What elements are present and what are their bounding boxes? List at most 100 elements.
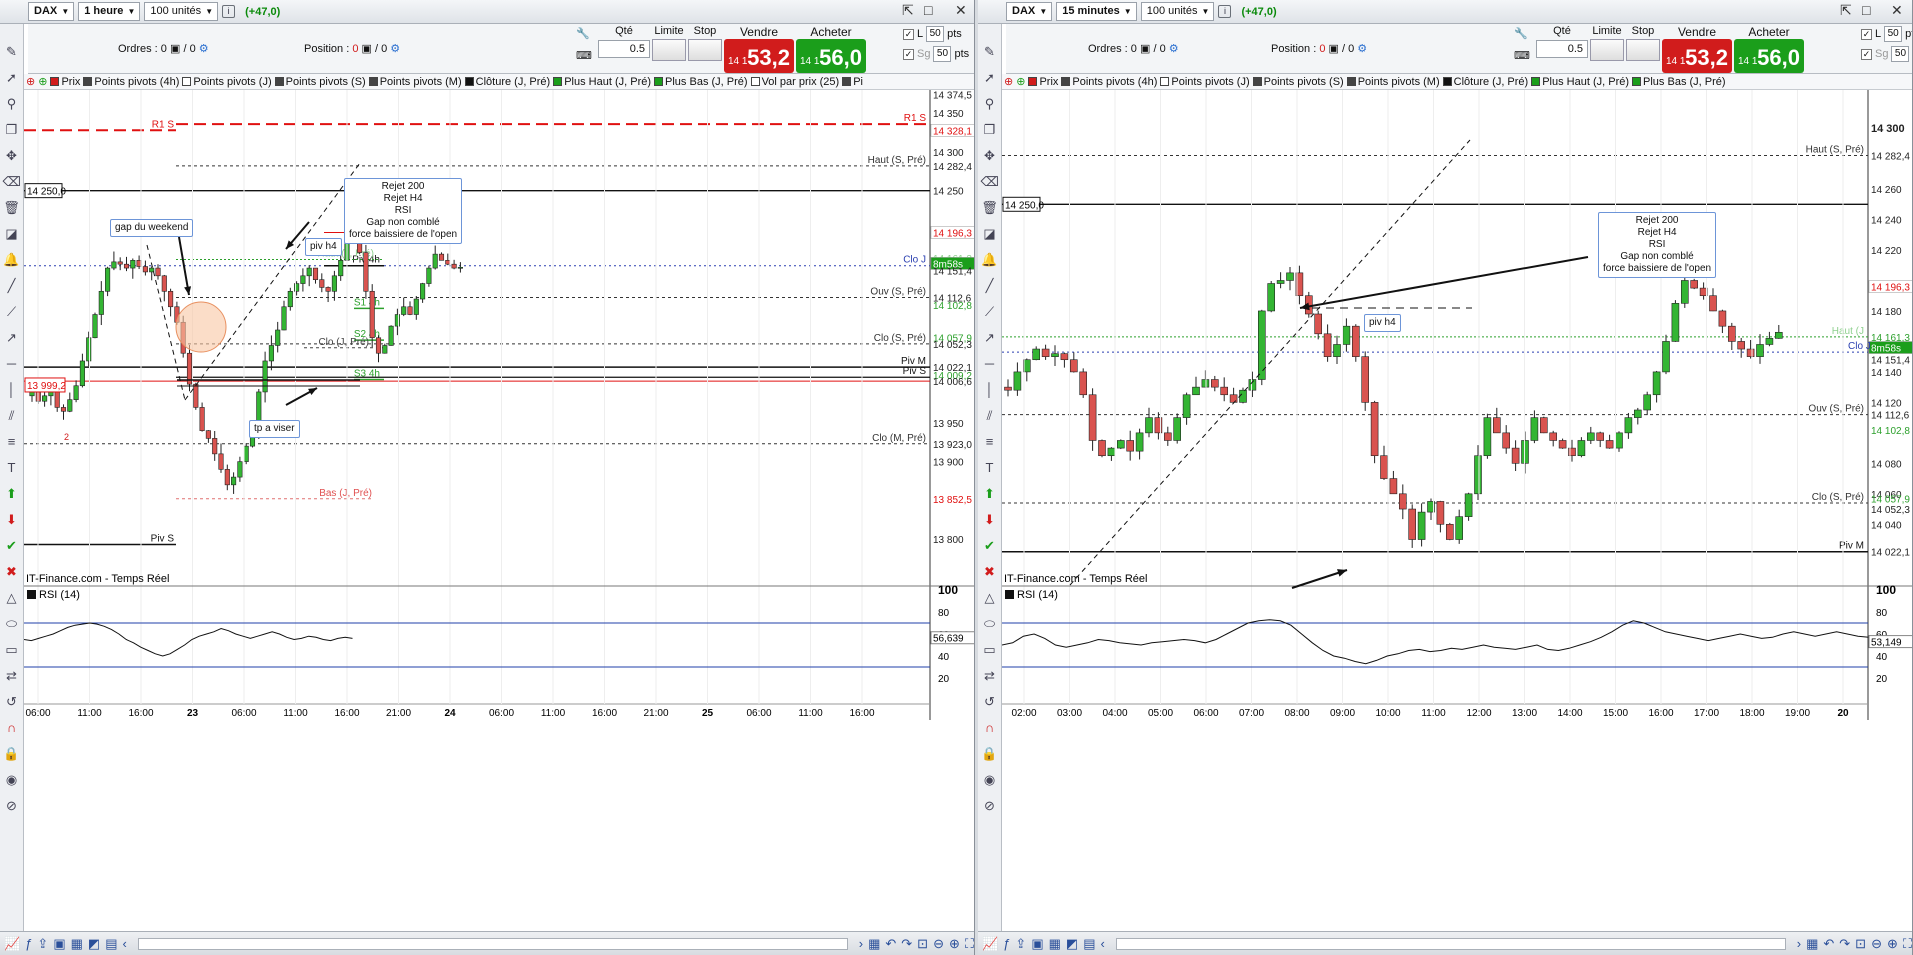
lock-icon[interactable]: 🔒	[981, 744, 999, 764]
move-icon[interactable]: ✥	[3, 146, 21, 166]
chart-type-icon[interactable]: 📈	[982, 936, 998, 952]
cross-icon[interactable]: ✖	[3, 562, 21, 582]
indicator-toggle[interactable]: Clôture (J, Pré)	[1442, 76, 1528, 88]
indicator-toggle[interactable]: Pi	[842, 76, 863, 88]
rect-icon[interactable]: ▭	[3, 640, 21, 660]
hline-icon[interactable]: ─	[981, 354, 999, 374]
orders-icon[interactable]: ▣	[170, 43, 180, 55]
stop-button[interactable]	[1626, 39, 1660, 61]
position-icon[interactable]: ▣	[362, 43, 372, 55]
minimize-icon[interactable]: □	[924, 2, 932, 18]
arrow-up-icon[interactable]: ⬆	[3, 484, 21, 504]
trendline-icon[interactable]: ⟋	[3, 302, 21, 322]
indicator-toggle[interactable]: Points pivots (J)	[182, 76, 272, 88]
ray-icon[interactable]: ↗	[981, 328, 999, 348]
indicator-toggle[interactable]: Plus Haut (J, Pré)	[1531, 76, 1629, 88]
copy-icon[interactable]: ❐	[3, 120, 21, 140]
visible-icon[interactable]: ◉	[3, 770, 21, 790]
limit-button[interactable]	[1590, 39, 1624, 61]
wrench-icon[interactable]: 🔧	[1514, 27, 1528, 40]
indicator-toggle[interactable]: Prix	[1028, 76, 1058, 88]
reasons-annotation[interactable]: Rejet 200 Rejet H4 RSI Gap non comblé force …	[1598, 212, 1717, 278]
zoom-in-icon[interactable]: ⊕	[1887, 936, 1898, 952]
visible-icon[interactable]: ◉	[981, 770, 999, 790]
channel-icon[interactable]: ⫽	[3, 406, 21, 426]
fullscreen-icon[interactable]: ⛶	[965, 936, 974, 952]
triangle-icon[interactable]: △	[981, 588, 999, 608]
redo-icon[interactable]: ↷	[1839, 936, 1850, 952]
zoom-out-icon[interactable]: ⊖	[1871, 936, 1882, 952]
trendline-icon[interactable]: ⟋	[981, 302, 999, 322]
indicator-toggle[interactable]: Points pivots (M)	[368, 76, 462, 88]
left-price-chart[interactable]: R1 S R1 S Haut (S, Pré) Clo J Ouv (S, Pré) Cl…	[24, 90, 974, 720]
left-instrument-select[interactable]: DAX ▼	[28, 2, 75, 21]
vline-icon[interactable]: │	[981, 380, 999, 400]
keyboard-icon[interactable]: ⌨	[576, 49, 592, 62]
line-tool-icon[interactable]: ╱	[981, 276, 999, 296]
vline-icon[interactable]: │	[3, 380, 21, 400]
undo-icon[interactable]: ↺	[981, 692, 999, 712]
zoom-icon[interactable]: ⚲	[3, 94, 21, 114]
check-icon[interactable]: ✔	[981, 536, 999, 556]
undo-icon[interactable]: ↺	[3, 692, 21, 712]
check-icon[interactable]: ✔	[3, 536, 21, 556]
zoom-out-icon[interactable]: ⊖	[933, 936, 944, 952]
screen-icon[interactable]: ▣	[53, 936, 65, 952]
zoom-fit-icon[interactable]: ⊡	[1855, 936, 1866, 952]
copy-icon[interactable]: ❐	[981, 120, 999, 140]
rect-icon[interactable]: ▭	[981, 640, 999, 660]
undo-icon[interactable]: ↶	[885, 936, 896, 952]
photo-icon[interactable]: ◩	[1066, 936, 1078, 952]
fullscreen-icon[interactable]: ⛶	[1903, 936, 1912, 952]
position-link-icon[interactable]: ⚙	[1357, 43, 1367, 55]
share-icon[interactable]: ⇪	[1015, 936, 1026, 952]
screen-icon[interactable]: ▣	[1031, 936, 1043, 952]
paint-icon[interactable]: ◪	[3, 224, 21, 244]
alert-icon[interactable]: 🔔	[3, 250, 21, 270]
limit-button[interactable]	[652, 39, 686, 61]
sell-button[interactable]: 14 1 53,2	[1662, 39, 1732, 73]
indicator-toggle[interactable]: Prix	[50, 76, 80, 88]
chart-type-icon[interactable]: 📈	[4, 936, 20, 952]
calendar2-icon[interactable]: ▦	[868, 936, 880, 952]
right-price-chart[interactable]: Haut (S, Pré) Haut (J Ouv (S, Pré) Clo (S, …	[1002, 90, 1912, 720]
right-units-select[interactable]: 100 unités ▼	[1140, 2, 1215, 21]
tp-annotation[interactable]: tp a viser	[249, 420, 300, 438]
lock-icon[interactable]: 🔒	[3, 744, 21, 764]
indicator-toggle[interactable]: Points pivots (J)	[1160, 76, 1250, 88]
l-checkbox[interactable]: ✓	[903, 28, 914, 40]
text-tool-icon[interactable]: T	[981, 458, 999, 478]
hide-icon[interactable]: ⊘	[981, 796, 999, 816]
position-link-icon[interactable]: ⚙	[390, 43, 400, 55]
sg-checkbox[interactable]: ✓	[903, 48, 914, 60]
fib-icon[interactable]: ≡	[3, 432, 21, 452]
remove-indicator-icon[interactable]: ⊕	[26, 75, 35, 88]
info-icon[interactable]: i	[222, 5, 236, 18]
time-scrollbar[interactable]	[1115, 937, 1786, 950]
fib-icon[interactable]: ≡	[981, 432, 999, 452]
share-icon[interactable]: ⇄	[3, 666, 21, 686]
qty-input[interactable]: 0.5	[598, 40, 650, 58]
right-instrument-select[interactable]: DAX ▼	[1006, 2, 1053, 21]
gap-annotation[interactable]: gap du weekend	[110, 219, 194, 237]
time-scrollbar[interactable]	[137, 937, 848, 950]
reasons-annotation[interactable]: Rejet 200 Rejet H4 RSI Gap non comblé force …	[344, 178, 463, 244]
trash-icon[interactable]: 🗑	[3, 198, 21, 218]
indicator-toggle[interactable]: Plus Haut (J, Pré)	[553, 76, 651, 88]
eraser-icon[interactable]: ⌫	[981, 172, 999, 192]
indicator-toggle[interactable]: Points pivots (4h)	[1061, 76, 1157, 88]
indicator-toggle[interactable]: Plus Bas (J, Pré)	[1632, 76, 1726, 88]
close-icon[interactable]: ✕	[955, 2, 967, 19]
redo-icon[interactable]: ↷	[901, 936, 912, 952]
left-timeframe-select[interactable]: 1 heure ▼	[78, 2, 141, 21]
piv-h4-annotation[interactable]: piv h4	[305, 238, 342, 256]
piv-h4-annotation[interactable]: piv h4	[1364, 314, 1401, 332]
magnet-icon[interactable]: ∩	[981, 718, 999, 738]
sg-pts-input[interactable]: 50	[933, 46, 952, 62]
position-icon[interactable]: ▣	[1329, 43, 1339, 55]
indicator-icon[interactable]: ƒ	[25, 936, 32, 951]
close-icon[interactable]: ✕	[1891, 2, 1903, 19]
undock-icon[interactable]: ⇱	[902, 2, 914, 19]
eraser-icon[interactable]: ⌫	[3, 172, 21, 192]
indicator-toggle[interactable]: Points pivots (4h)	[83, 76, 179, 88]
